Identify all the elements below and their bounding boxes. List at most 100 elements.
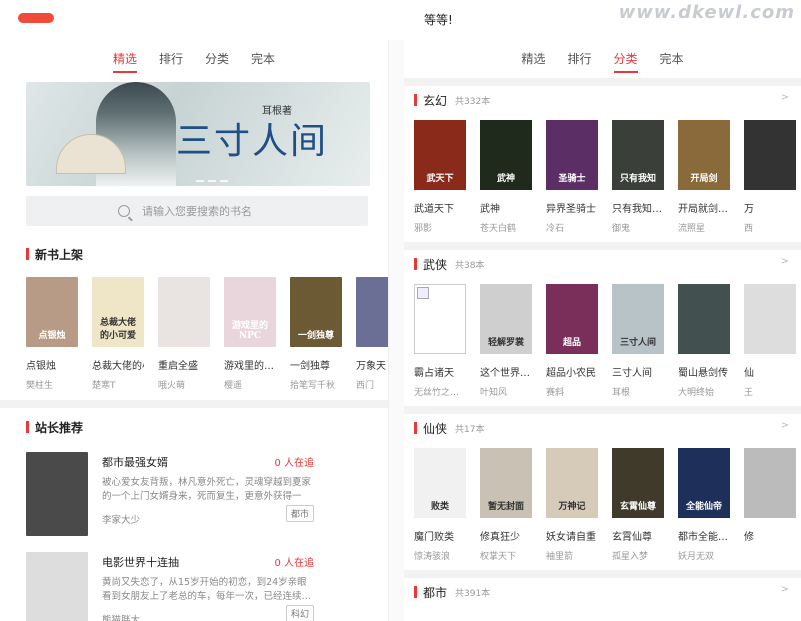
book-cover: 败类: [414, 448, 466, 518]
book-title: 超品小农民: [546, 368, 596, 379]
cover-title: 败类: [430, 502, 449, 512]
recommend-list: 都市最强女婿 0 人在追 被心爱女友背叛，林凡意外死亡，灵魂穿越到夏家的一个上门女婿…: [26, 452, 322, 621]
category-name: 玄幻: [423, 93, 448, 108]
search-input[interactable]: 请输入您要搜索的书名: [26, 196, 368, 226]
book-cover: 点银烛: [26, 277, 78, 347]
chevron-right-icon[interactable]: >: [781, 92, 789, 103]
book-card[interactable]: 只有我知 只有我知… 御鬼: [612, 120, 664, 234]
reader-count: 0 人在追: [274, 458, 314, 469]
left-tab-2[interactable]: 分类: [205, 50, 229, 69]
book-title: 蜀山悬剑传: [678, 368, 728, 379]
book-title: 重启全盛: [158, 361, 198, 372]
genre-tag[interactable]: 都市: [285, 505, 314, 522]
section-divider: [0, 400, 388, 408]
category-book-row: 败类 魔门败类 惊涛骇浪 暂无封面 修真狂少 权掌天下 万神记 妖女请自重 袖里箭 玄霄仙尊 玄霄仙…: [414, 448, 796, 562]
book-card[interactable]: 三寸人间 三寸人间 耳根: [612, 284, 664, 398]
category-header[interactable]: 仙侠 共17本 >: [414, 414, 789, 442]
right-tab-1[interactable]: 排行: [567, 50, 591, 69]
book-author: 邪影: [414, 224, 433, 234]
book-card[interactable]: 全能仙帝 都市全能… 妖月无双: [678, 448, 730, 562]
book-card[interactable]: 武天下武道天下邪影: [414, 120, 466, 234]
chevron-right-icon[interactable]: >: [781, 420, 789, 431]
book-card[interactable]: 重启全盛 哦火萌: [158, 277, 210, 391]
logo-icon: [18, 13, 54, 23]
book-description: 被心爱女友背叛，林凡意外死亡，灵魂穿越到夏家的一个上门女婿身来，死而复生，更意外…: [102, 477, 312, 502]
book-title: 魔门败类: [414, 532, 454, 543]
cover-title: 圣骑士: [558, 174, 586, 184]
book-card[interactable]: 一剑独尊 一剑独尊 拾笔写千秋: [290, 277, 342, 391]
genre-tag[interactable]: 科幻: [285, 605, 314, 621]
carousel-indicator[interactable]: [196, 180, 228, 182]
book-cover: 开局剑: [678, 120, 730, 190]
book-author: 哦火萌: [158, 381, 186, 391]
book-card[interactable]: 万神记 妖女请自重 袖里箭: [546, 448, 598, 562]
left-phone-screen: 精选 排行 分类 完本 耳根著 三寸人间 请输入您要搜索的书名 新书上架 点银烛 点银烛…: [0, 40, 388, 621]
recommend-section: 站长推荐 都市最强女婿 0 人在追 被心爱女友背叛，林凡意外死亡，灵魂穿越到夏家的一…: [26, 418, 322, 621]
cover-title: 武天下: [426, 174, 454, 184]
book-cover: 万神记: [546, 448, 598, 518]
book-cover: [678, 284, 730, 354]
book-card[interactable]: 蜀山悬剑传 大明终始: [678, 284, 730, 398]
section-divider: [404, 406, 801, 414]
left-tab-3[interactable]: 完本: [251, 50, 275, 69]
right-tab-2[interactable]: 分类: [613, 50, 638, 73]
book-cover: 轻解罗裳: [480, 284, 532, 354]
book-cover: [356, 277, 388, 347]
book-title: 总裁大佬的小可: [92, 361, 144, 372]
right-tab-3[interactable]: 完本: [660, 50, 684, 69]
book-card[interactable]: 仙王: [744, 284, 796, 398]
new-books-section: 新书上架 点银烛点银烛樊柱生总裁大佬的小可爱总裁大佬的小可楚寒T重启全盛哦火萌游…: [26, 245, 388, 391]
book-card[interactable]: 武神 武神 苍天白鹤: [480, 120, 532, 234]
book-card[interactable]: 玄霄仙尊 玄霄仙尊 孤星入梦: [612, 448, 664, 562]
book-title: 武道天下: [414, 204, 454, 215]
recommend-item[interactable]: 电影世界十连抽 0 人在追 黄尚又失恋了，从15岁开始的初恋，到24岁亲眼看到女朋友…: [26, 552, 322, 621]
right-tab-0[interactable]: 精选: [521, 50, 545, 69]
cover-title: 暂无封面: [487, 502, 524, 512]
book-card[interactable]: 总裁大佬的小可爱总裁大佬的小可楚寒T: [92, 277, 144, 391]
book-card[interactable]: 暂无封面 修真狂少 权掌天下: [480, 448, 532, 562]
book-card[interactable]: 修: [744, 448, 796, 562]
banner-carousel[interactable]: 耳根著 三寸人间: [26, 82, 370, 186]
top-strip: 等等! www.dkewl.com: [0, 0, 801, 40]
left-tab-1[interactable]: 排行: [159, 50, 183, 69]
book-card[interactable]: 超品 超品小农民 赛斜: [546, 284, 598, 398]
book-author: 熊猫胖大: [102, 615, 141, 621]
section-header: 站长推荐: [26, 418, 322, 436]
section-accent-bar: [26, 248, 29, 260]
book-title: 一剑独尊: [290, 361, 330, 372]
left-tab-0[interactable]: 精选: [112, 50, 137, 73]
category-header[interactable]: 都市 共391本 >: [414, 578, 789, 606]
recommend-item[interactable]: 都市最强女婿 0 人在追 被心爱女友背叛，林凡意外死亡，灵魂穿越到夏家的一个上门女婿…: [26, 452, 322, 536]
caption-text: 等等!: [424, 13, 453, 27]
book-card[interactable]: 万西: [744, 120, 796, 234]
category-book-row: 武天下 武道天下 邪影 武神 武神 苍天白鹤 圣骑士 异界圣骑士 冷石 只有我知 只有我知… 御鬼 开局…: [414, 120, 796, 234]
book-card[interactable]: 游戏里的NPC 游戏里的… 樱遥: [224, 277, 276, 391]
category-list: 玄幻 共332本 > 武天下 武道天下 邪影 武神 武神 苍天白鹤 圣骑士 异界圣骑士 冷石 只有我知只…: [404, 86, 801, 606]
chevron-right-icon[interactable]: >: [781, 584, 789, 595]
watermark: www.dkewl.com: [618, 2, 795, 23]
book-card[interactable]: 轻解罗裳 这个世界… 叶知风: [480, 284, 532, 398]
chevron-right-icon[interactable]: >: [781, 256, 789, 267]
book-card[interactable]: 败类 魔门败类 惊涛骇浪: [414, 448, 466, 562]
book-card[interactable]: 霸占诸天 无丝竹之…: [414, 284, 466, 398]
cover-title: 三寸人间: [619, 338, 656, 348]
book-cover: [26, 552, 88, 621]
book-card[interactable]: 万象天 西门: [356, 277, 388, 391]
search-placeholder: 请输入您要搜索的书名: [142, 205, 252, 218]
book-title: 仙: [744, 368, 754, 379]
category-header[interactable]: 武侠 共38本 >: [414, 250, 789, 278]
cover-title: 游戏里的NPC: [231, 321, 268, 341]
book-author: 孤星入梦: [612, 552, 649, 562]
book-author: 西门: [356, 381, 375, 391]
book-title: 这个世界…: [480, 368, 530, 379]
left-tab-bar: 精选 排行 分类 完本: [0, 40, 388, 78]
category-header[interactable]: 玄幻 共332本 >: [414, 86, 789, 114]
book-title: 开局就剑…: [678, 204, 728, 215]
book-cover: [26, 452, 88, 536]
book-author: 樊柱生: [26, 381, 54, 391]
book-card[interactable]: 开局剑 开局就剑… 流照星: [678, 120, 730, 234]
book-card[interactable]: 圣骑士 异界圣骑士 冷石: [546, 120, 598, 234]
cover-title: 开局剑: [690, 174, 718, 184]
book-card[interactable]: 点银烛 点银烛 樊柱生: [26, 277, 78, 391]
category-count: 共38本: [455, 260, 485, 271]
